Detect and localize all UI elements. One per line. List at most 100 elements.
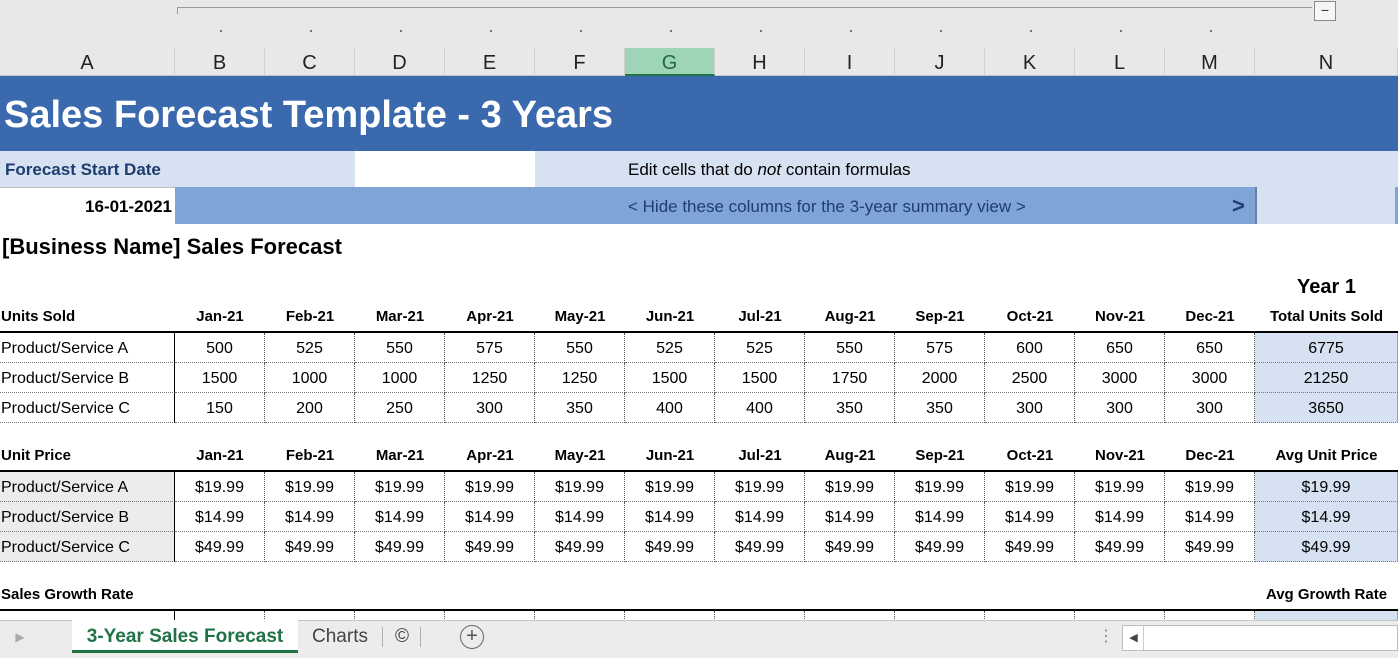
blank-cell-d3[interactable]	[355, 151, 535, 187]
price-section-label[interactable]: Unit Price	[1, 447, 71, 464]
month-header[interactable]: May-21	[535, 308, 625, 325]
data-cell[interactable]: 575	[445, 333, 535, 363]
data-cell[interactable]: $19.99	[985, 472, 1075, 502]
add-sheet-icon[interactable]: +	[460, 625, 484, 649]
data-cell[interactable]: 2500	[985, 363, 1075, 393]
month-header[interactable]: Nov-21	[1075, 447, 1165, 464]
month-header[interactable]: Sep-21	[895, 447, 985, 464]
tab-scroll-left-icon[interactable]: ▶	[10, 624, 30, 650]
month-header[interactable]: Apr-21	[445, 447, 535, 464]
month-header[interactable]: Jan-21	[175, 308, 265, 325]
column-header-n[interactable]: N	[1255, 48, 1398, 76]
data-cell[interactable]: $49.99	[715, 532, 805, 562]
total-cell[interactable]: $14.99	[1255, 502, 1398, 532]
data-cell[interactable]	[175, 611, 265, 620]
growth-total-header[interactable]: Avg Growth Rate	[1255, 586, 1398, 603]
column-header-b[interactable]: B	[175, 48, 265, 76]
data-cell[interactable]: 300	[445, 393, 535, 423]
column-header-a[interactable]: A	[0, 48, 175, 76]
data-cell[interactable]: 350	[805, 393, 895, 423]
data-cell[interactable]: $19.99	[1075, 472, 1165, 502]
data-cell[interactable]: 300	[985, 393, 1075, 423]
data-cell[interactable]: 3000	[1165, 363, 1255, 393]
data-cell[interactable]	[1165, 611, 1255, 620]
column-header-j[interactable]: J	[895, 48, 985, 76]
month-header[interactable]: Jan-21	[175, 447, 265, 464]
data-cell[interactable]: $14.99	[985, 502, 1075, 532]
tab-charts[interactable]: Charts	[300, 620, 380, 654]
month-header[interactable]: Sep-21	[895, 308, 985, 325]
column-header-f[interactable]: F	[535, 48, 625, 76]
data-cell[interactable]: 1500	[715, 363, 805, 393]
data-cell[interactable]: 525	[265, 333, 355, 363]
row-label[interactable]	[0, 611, 175, 620]
row-label[interactable]: Product/Service B	[0, 502, 175, 532]
collapse-group-button[interactable]: −	[1314, 1, 1336, 21]
data-cell[interactable]: $14.99	[445, 502, 535, 532]
month-header[interactable]: Dec-21	[1165, 308, 1255, 325]
month-header[interactable]: Aug-21	[805, 308, 895, 325]
year-label[interactable]: Year 1	[1255, 276, 1398, 299]
data-cell[interactable]: 400	[625, 393, 715, 423]
column-header-d[interactable]: D	[355, 48, 445, 76]
month-header[interactable]: Feb-21	[265, 308, 355, 325]
summary-column-cell[interactable]	[1255, 187, 1398, 224]
data-cell[interactable]: $14.99	[805, 502, 895, 532]
data-cell[interactable]	[715, 611, 805, 620]
data-cell[interactable]: $19.99	[445, 472, 535, 502]
data-cell[interactable]: 1250	[535, 363, 625, 393]
data-cell[interactable]: $14.99	[1075, 502, 1165, 532]
data-cell[interactable]: $49.99	[895, 532, 985, 562]
data-cell[interactable]: 500	[175, 333, 265, 363]
data-cell[interactable]: 300	[1075, 393, 1165, 423]
data-cell[interactable]: 550	[535, 333, 625, 363]
data-cell[interactable]: 650	[1165, 333, 1255, 363]
row-label[interactable]: Product/Service B	[0, 363, 175, 393]
data-cell[interactable]: $49.99	[355, 532, 445, 562]
data-cell[interactable]: 650	[1075, 333, 1165, 363]
month-header[interactable]: Nov-21	[1075, 308, 1165, 325]
column-header-k[interactable]: K	[985, 48, 1075, 76]
month-header[interactable]: Jun-21	[625, 447, 715, 464]
data-cell[interactable]: $19.99	[895, 472, 985, 502]
data-cell[interactable]: $49.99	[985, 532, 1075, 562]
data-cell[interactable]: $14.99	[355, 502, 445, 532]
month-header[interactable]: May-21	[535, 447, 625, 464]
data-cell[interactable]: $19.99	[355, 472, 445, 502]
tab-3-year-sales-forecast[interactable]: 3-Year Sales Forecast	[72, 620, 298, 653]
data-cell[interactable]: 200	[265, 393, 355, 423]
data-cell[interactable]: 1500	[175, 363, 265, 393]
data-cell[interactable]: $49.99	[625, 532, 715, 562]
data-cell[interactable]: 1500	[625, 363, 715, 393]
month-header[interactable]: Mar-21	[355, 447, 445, 464]
data-cell[interactable]	[805, 611, 895, 620]
data-cell[interactable]: 3000	[1075, 363, 1165, 393]
total-cell[interactable]	[1255, 611, 1398, 620]
data-cell[interactable]: $14.99	[1165, 502, 1255, 532]
data-cell[interactable]: $19.99	[625, 472, 715, 502]
data-cell[interactable]	[895, 611, 985, 620]
data-cell[interactable]: 600	[985, 333, 1075, 363]
data-cell[interactable]: $19.99	[715, 472, 805, 502]
data-cell[interactable]: $49.99	[445, 532, 535, 562]
data-cell[interactable]: 1750	[805, 363, 895, 393]
data-cell[interactable]: 350	[895, 393, 985, 423]
column-header-e[interactable]: E	[445, 48, 535, 76]
month-header[interactable]: Feb-21	[265, 447, 355, 464]
horizontal-scrollbar[interactable]	[1122, 625, 1398, 651]
data-cell[interactable]: $19.99	[535, 472, 625, 502]
data-cell[interactable]: 1000	[265, 363, 355, 393]
data-cell[interactable]: $14.99	[535, 502, 625, 532]
data-cell[interactable]: 1250	[445, 363, 535, 393]
month-header[interactable]: Mar-21	[355, 308, 445, 325]
data-cell[interactable]: 525	[625, 333, 715, 363]
row-label[interactable]: Product/Service A	[0, 472, 175, 502]
business-forecast-title[interactable]: [Business Name] Sales Forecast	[2, 234, 342, 260]
data-cell[interactable]: 300	[1165, 393, 1255, 423]
growth-section-label[interactable]: Sales Growth Rate	[1, 586, 134, 603]
column-header-l[interactable]: L	[1075, 48, 1165, 76]
data-cell[interactable]: 1000	[355, 363, 445, 393]
data-cell[interactable]: $14.99	[895, 502, 985, 532]
month-header[interactable]: Apr-21	[445, 308, 535, 325]
total-cell[interactable]: 6775	[1255, 333, 1398, 363]
